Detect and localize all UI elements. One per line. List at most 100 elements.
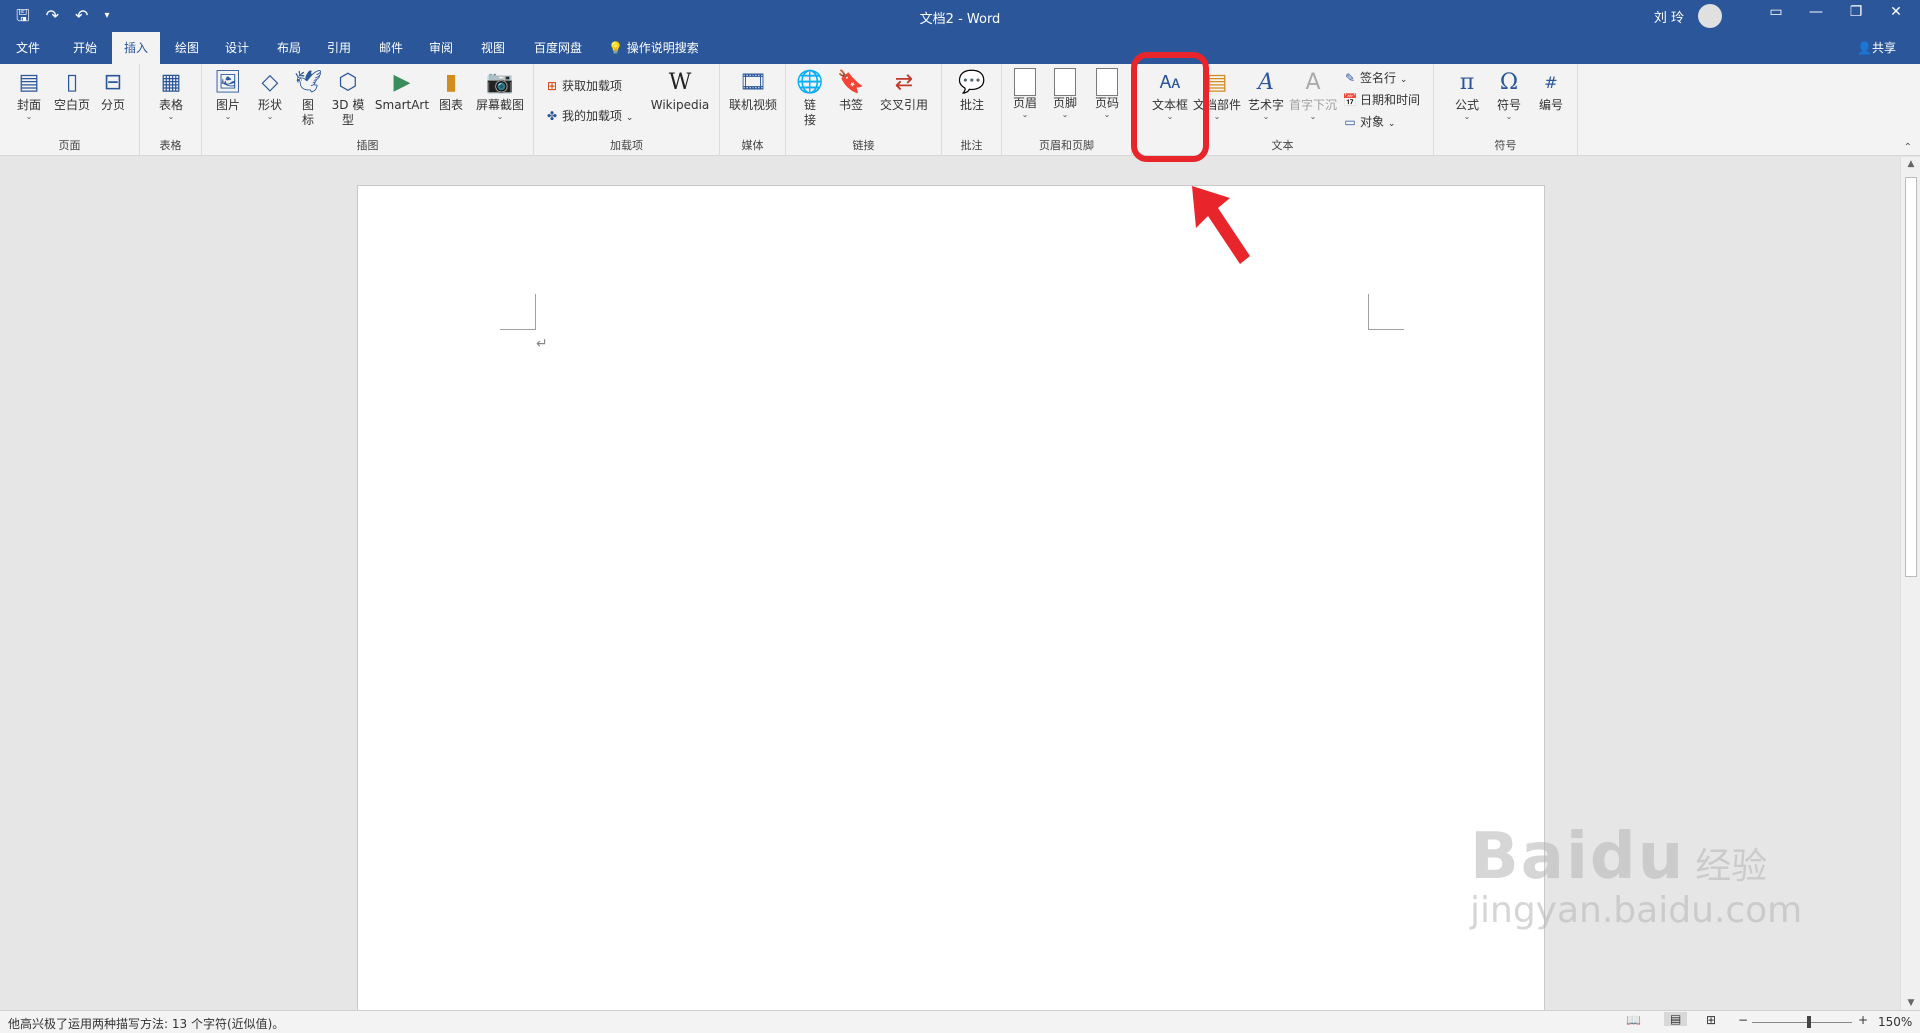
symbol-button[interactable]: Ω 符号 ⌄ [1492,68,1526,121]
wikipedia-button[interactable]: W Wikipedia [646,68,714,113]
drop-cap-button[interactable]: A 首字下沉 ⌄ [1288,68,1338,121]
link-button[interactable]: 🌐 链接 [796,68,824,128]
read-mode-icon[interactable]: 📖 [1626,1013,1641,1027]
smartart-icon: ▶ [393,70,411,95]
online-video-button[interactable]: 🎞 联机视频 [728,68,778,113]
group-label-addins: 加载项 [610,139,643,152]
cover-page-icon: ▤ [18,70,40,95]
zoom-slider-knob[interactable] [1807,1016,1811,1028]
tab-review[interactable]: 审阅 [420,32,462,64]
page-break-button[interactable]: ⊟ 分页 [96,68,130,113]
date-time-button[interactable]: 📅 日期和时间 [1342,90,1421,110]
my-addins-button[interactable]: ✤ 我的加载项 ⌄ [544,106,633,126]
page-number-icon [1096,68,1118,96]
group-media: 🎞 联机视频 媒体 [720,64,786,156]
ribbon-tabs: 文件 开始 插入 绘图 设计 布局 引用 邮件 审阅 视图 百度网盘 💡 操作说… [0,32,1920,64]
watermark-brand-cn: 经验 [1695,846,1768,887]
collapse-ribbon-icon[interactable]: ⌃ [1904,142,1912,153]
table-icon: ▦ [160,70,182,95]
zoom-out-icon[interactable]: − [1738,1013,1748,1027]
wordart-icon: A [1258,70,1274,95]
signature-line-button[interactable]: ✎ 签名行 ⌄ [1342,68,1407,88]
page-number-button[interactable]: 页码 ⌄ [1090,68,1124,119]
picture-button[interactable]: 🖼 图片 ⌄ [210,68,246,121]
header-button[interactable]: 页眉 ⌄ [1008,68,1042,119]
tab-design[interactable]: 设计 [216,32,258,64]
tab-view[interactable]: 视图 [472,32,514,64]
icons-button[interactable]: 🕊 图标 [294,68,322,128]
get-addins-button[interactable]: ⊞ 获取加载项 [544,76,622,96]
web-layout-icon[interactable]: ⊞ [1706,1013,1716,1027]
share-button[interactable]: 👤共享 [1857,32,1896,64]
footer-button[interactable]: 页脚 ⌄ [1048,68,1082,119]
group-header-footer: 页眉 ⌄ 页脚 ⌄ 页码 ⌄ 页眉和页脚 [1002,64,1132,156]
minimize-icon[interactable]: — [1796,4,1836,20]
hash-icon: # [1544,73,1558,92]
chevron-down-icon: ⌄ [1387,119,1396,129]
wordart-button[interactable]: A 艺术字 ⌄ [1246,68,1286,121]
blank-page-button[interactable]: ▯ 空白页 [52,68,92,113]
footer-icon [1054,68,1076,96]
ribbon: ▤ 封面 ⌄ ▯ 空白页 ⊟ 分页 页面 ▦ 表格 ⌄ 表格 🖼 图片 ⌄ ◇ [0,64,1920,156]
scrollbar-thumb[interactable] [1905,177,1917,577]
tab-baidu-netdisk[interactable]: 百度网盘 [528,32,588,64]
tab-references[interactable]: 引用 [318,32,360,64]
zoom-level[interactable]: 150% [1878,1015,1912,1029]
group-label-illustrations: 插图 [356,139,379,152]
tab-file[interactable]: 文件 [8,32,48,64]
signature-icon: ✎ [1344,71,1356,85]
tab-home[interactable]: 开始 [64,32,106,64]
scroll-up-icon[interactable]: ▲ [1901,159,1920,169]
cross-reference-button[interactable]: ⇄ 交叉引用 [876,68,932,113]
object-button[interactable]: ▭ 对象 ⌄ [1342,112,1395,132]
close-icon[interactable]: ✕ [1876,4,1916,20]
chevron-down-icon: ⌄ [25,112,33,121]
table-button[interactable]: ▦ 表格 ⌄ [152,68,190,121]
equation-button[interactable]: π 公式 ⌄ [1450,68,1484,121]
calendar-icon: 📅 [1342,93,1358,107]
tab-layout[interactable]: 布局 [268,32,310,64]
lightbulb-icon: 💡 [608,41,623,55]
numbering-button[interactable]: # 编号 [1534,68,1568,113]
comment-icon: 💬 [958,70,986,95]
smartart-button[interactable]: ▶ SmartArt [374,68,430,113]
3d-models-button[interactable]: ⬡ 3D 模型 [330,68,366,128]
document-page[interactable]: ↵ [357,185,1545,1025]
group-label-pages: 页面 [58,139,81,152]
header-icon [1014,68,1036,96]
chevron-down-icon: ⌄ [1061,110,1069,119]
avatar[interactable] [1698,4,1722,28]
person-icon: 👤 [1857,41,1872,55]
chevron-down-icon: ⌄ [1262,112,1270,121]
cube-icon: ⬡ [338,70,358,95]
new-comment-button[interactable]: 💬 批注 [954,68,990,113]
cross-reference-icon: ⇄ [894,70,914,95]
ribbon-display-icon[interactable]: ▭ [1756,4,1796,20]
shapes-button[interactable]: ◇ 形状 ⌄ [252,68,288,121]
tell-me-search[interactable]: 💡 操作说明搜索 [608,32,699,64]
window-title: 文档2 - Word [919,12,1001,27]
vertical-scrollbar[interactable]: ▲ ▼ [1900,157,1920,1010]
chevron-down-icon: ⌄ [496,112,504,121]
cover-page-button[interactable]: ▤ 封面 ⌄ [12,68,46,121]
bookmark-button[interactable]: 🔖 书签 [834,68,868,113]
chevron-down-icon: ⌄ [1309,112,1317,121]
restore-icon[interactable]: ❐ [1836,4,1876,20]
camera-icon: 📷 [486,70,514,95]
bookmark-icon: 🔖 [837,70,865,95]
screenshot-button[interactable]: 📷 屏幕截图 ⌄ [472,68,528,121]
tab-mailings[interactable]: 邮件 [370,32,412,64]
crop-mark-top-right [1368,294,1404,330]
zoom-slider[interactable] [1752,1016,1852,1028]
print-layout-icon[interactable]: ▤ [1664,1012,1688,1026]
zoom-in-icon[interactable]: + [1858,1013,1868,1027]
drop-cap-icon: A [1305,70,1321,95]
chart-button[interactable]: ▮ 图表 [436,68,466,113]
status-text: 他高兴极了运用两种描写方法: 13 个字符(近似值)。 [8,1017,285,1031]
group-links: 🌐 链接 🔖 书签 ⇄ 交叉引用 链接 [786,64,942,156]
user-name[interactable]: 刘 玲 [1654,7,1684,26]
chevron-down-icon: ⌄ [1505,112,1513,121]
tab-insert[interactable]: 插入 [112,32,160,64]
tab-draw[interactable]: 绘图 [166,32,208,64]
scroll-down-icon[interactable]: ▼ [1901,998,1920,1008]
